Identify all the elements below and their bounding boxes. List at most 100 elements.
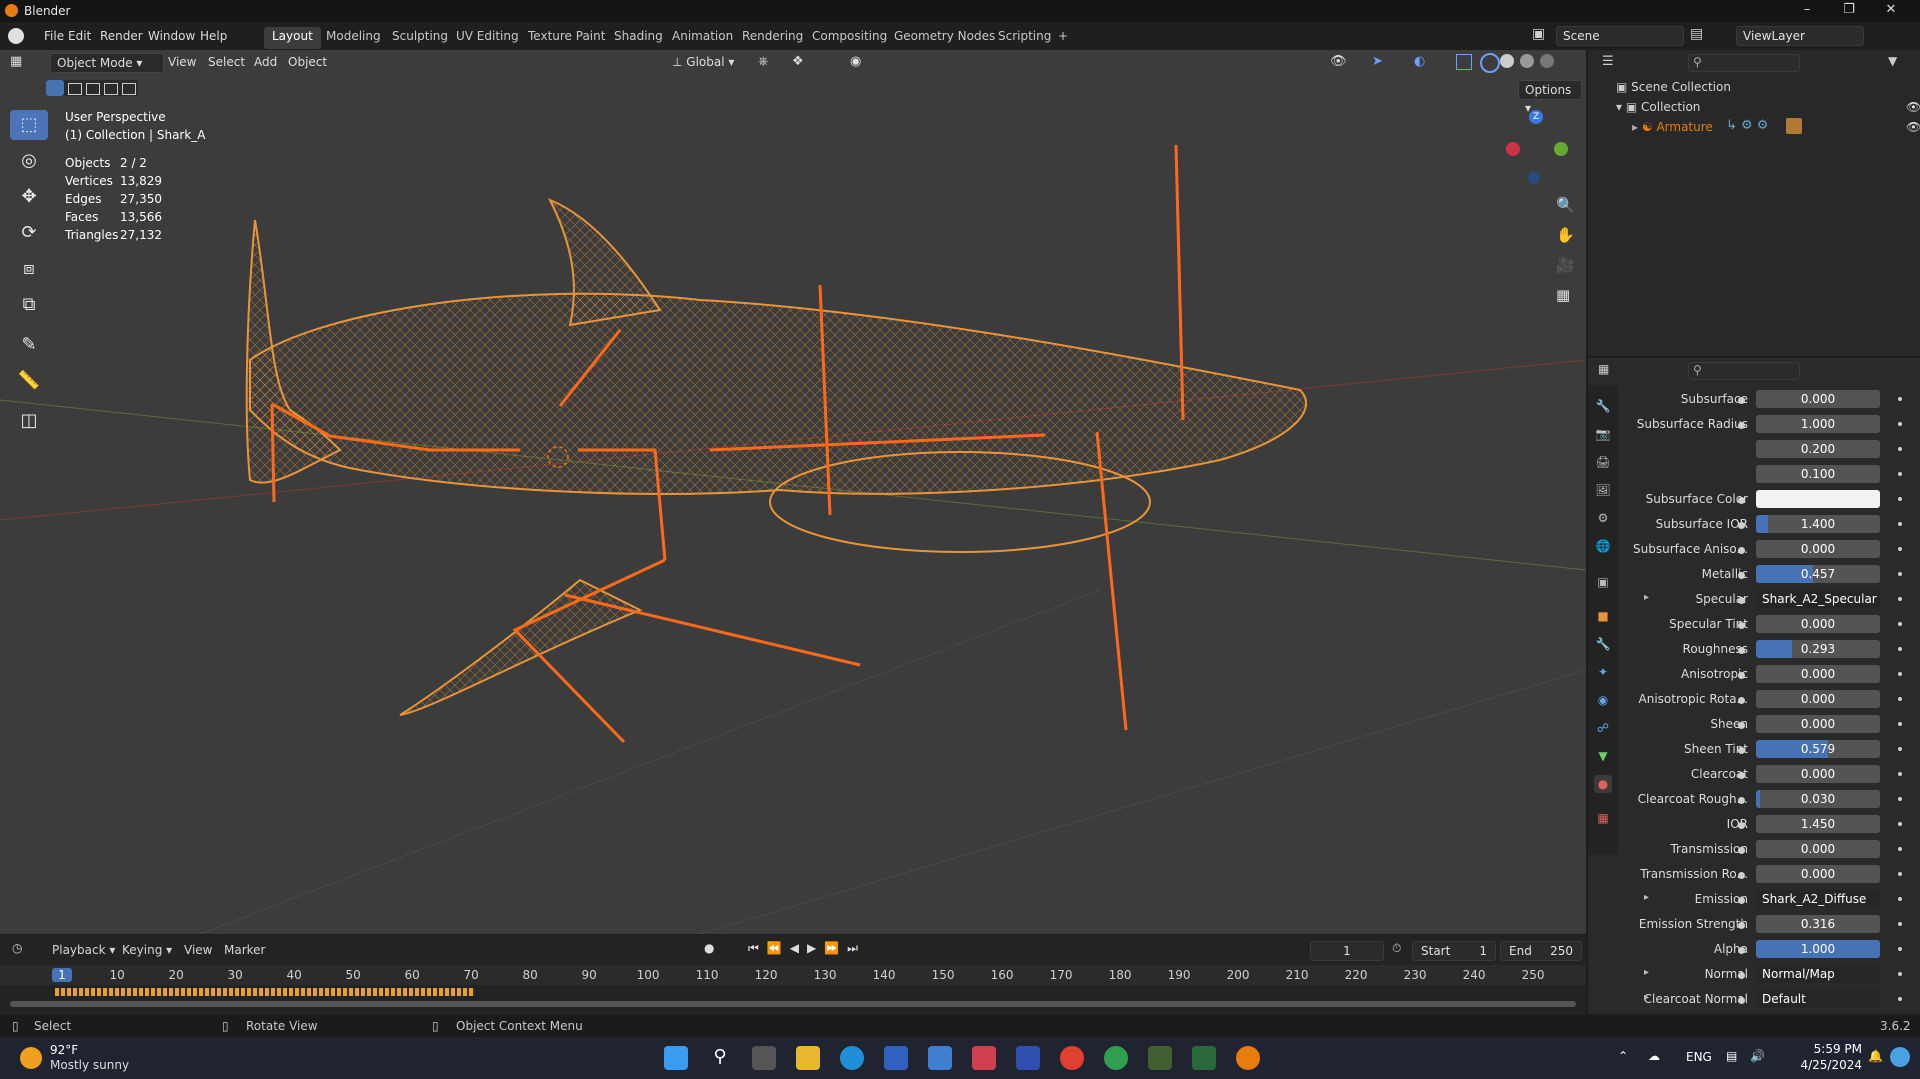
keyframe-dot-icon[interactable] (1898, 397, 1902, 401)
outliner-item-collection[interactable]: ▾ ▣ Collection (1616, 100, 1700, 114)
property-value-field[interactable]: 0.579 (1756, 740, 1880, 758)
keyframe-dot-icon[interactable] (1898, 547, 1902, 551)
socket-icon[interactable] (1738, 622, 1745, 629)
expand-chevron-icon[interactable]: ▸ (1644, 892, 1649, 903)
property-value-field[interactable]: 0.000 (1756, 615, 1880, 633)
outliner-item-armature[interactable]: ▸ ☯ Armature (1632, 120, 1713, 134)
weather-temp[interactable]: 92°F (50, 1043, 78, 1057)
gizmo-x-axis[interactable] (1506, 142, 1520, 156)
end-frame-field[interactable]: End 250 (1500, 941, 1582, 961)
volume-icon[interactable]: 🔊 (1750, 1049, 1765, 1063)
filter-icon[interactable]: ▼ (1888, 54, 1897, 68)
tool-tab-icon[interactable]: 🔧 (1594, 397, 1612, 415)
pan-hand-icon[interactable]: ✋ (1556, 226, 1575, 244)
copilot-icon[interactable] (1890, 1047, 1910, 1067)
property-value-field[interactable]: 0.000 (1756, 390, 1880, 408)
property-value-field[interactable]: 0.000 (1756, 690, 1880, 708)
property-value-field[interactable]: Shark_A2_Specular (1756, 590, 1880, 608)
property-value-field[interactable]: 0.000 (1756, 840, 1880, 858)
property-value-field[interactable]: 1.400 (1756, 515, 1880, 533)
socket-icon[interactable] (1738, 972, 1745, 979)
keyframe-dot-icon[interactable] (1898, 522, 1902, 526)
property-value-field[interactable]: 0.200 (1756, 440, 1880, 458)
object-tab-icon[interactable]: ■ (1594, 607, 1612, 625)
keyframe-dot-icon[interactable] (1898, 972, 1902, 976)
chrome-icon[interactable] (1060, 1046, 1084, 1070)
language-indicator[interactable]: ENG (1686, 1050, 1712, 1064)
keyframe-dot-icon[interactable] (1898, 422, 1902, 426)
blender-menu-icon[interactable] (8, 28, 24, 44)
keyframe-dot-icon[interactable] (1898, 722, 1902, 726)
properties-editor-icon[interactable]: ▦ (1598, 362, 1609, 376)
property-value-field[interactable]: Default (1756, 990, 1880, 1008)
property-value-field[interactable]: 0.100 (1756, 465, 1880, 483)
windows-start-icon[interactable] (664, 1046, 688, 1070)
gizmo-neg-z-axis[interactable] (1528, 172, 1540, 184)
modifier-tab-icon[interactable]: 🔧 (1594, 635, 1612, 653)
file-explorer-icon[interactable] (796, 1046, 820, 1070)
camera-view-icon[interactable]: 🎥 (1556, 256, 1575, 274)
gizmo-y-axis[interactable] (1554, 142, 1568, 156)
socket-icon[interactable] (1738, 947, 1745, 954)
view-layer-tab-icon[interactable]: 🖼 (1594, 481, 1612, 499)
app-icon[interactable] (884, 1046, 908, 1070)
clock-date[interactable]: 4/25/2024 (1786, 1058, 1862, 1072)
edge-icon[interactable] (840, 1046, 864, 1070)
expand-chevron-icon[interactable]: ▸ (1644, 592, 1649, 603)
app-icon[interactable] (1192, 1046, 1216, 1070)
keyframe-dot-icon[interactable] (1898, 497, 1902, 501)
tray-chevron-icon[interactable]: ⌃ (1618, 1049, 1628, 1063)
property-value-field[interactable]: 0.000 (1756, 715, 1880, 733)
constraints-tab-icon[interactable]: ☍ (1594, 719, 1612, 737)
navigation-gizmo[interactable]: Z (1500, 110, 1570, 190)
start-frame-field[interactable]: Start 1 (1412, 941, 1496, 961)
move-tool[interactable]: ✥ (10, 182, 48, 212)
tab-texture-paint[interactable]: Texture Paint (520, 27, 613, 49)
tab-animation[interactable]: Animation (664, 27, 741, 49)
view-layer-icon[interactable]: ▤ (1690, 26, 1710, 42)
render-tab-icon[interactable]: 📷 (1594, 425, 1612, 443)
minimize-icon[interactable]: – (1792, 2, 1822, 17)
app-icon[interactable] (972, 1046, 996, 1070)
keyframe-dot-icon[interactable] (1898, 822, 1902, 826)
property-value-field[interactable] (1756, 490, 1880, 508)
property-value-field[interactable]: 0.293 (1756, 640, 1880, 658)
outliner-search-input[interactable]: ⚲ (1688, 54, 1800, 72)
outliner-item-scene-collection[interactable]: ▣ Scene Collection (1616, 80, 1731, 94)
tab-compositing[interactable]: Compositing (804, 27, 895, 49)
keyframe-strip[interactable] (55, 988, 475, 996)
socket-icon[interactable] (1738, 597, 1745, 604)
annotate-tool[interactable]: ✎ (10, 330, 48, 360)
visibility-eye-icon[interactable]: 👁 (1906, 120, 1920, 134)
gizmo-z-axis[interactable]: Z (1529, 110, 1543, 124)
tab-rendering[interactable]: Rendering (734, 27, 811, 49)
socket-icon[interactable] (1738, 522, 1745, 529)
store-icon[interactable] (928, 1046, 952, 1070)
keyframe-dot-icon[interactable] (1898, 747, 1902, 751)
keyframe-dot-icon[interactable] (1898, 922, 1902, 926)
world-tab-icon[interactable]: 🌐 (1594, 537, 1612, 555)
tab-uv-editing[interactable]: UV Editing (448, 27, 527, 49)
keyframe-dot-icon[interactable] (1898, 647, 1902, 651)
search-icon[interactable]: ⚲ (708, 1046, 732, 1070)
keyframe-dot-icon[interactable] (1898, 622, 1902, 626)
particles-tab-icon[interactable]: ✦ (1594, 663, 1612, 681)
socket-icon[interactable] (1738, 772, 1745, 779)
tab-modeling[interactable]: Modeling (318, 27, 389, 49)
scene-selector[interactable]: Scene (1556, 26, 1684, 46)
menu-edit[interactable]: Edit (68, 29, 91, 43)
transform-tool[interactable]: ⧉ (10, 290, 48, 320)
socket-icon[interactable] (1738, 747, 1745, 754)
property-value-field[interactable]: Shark_A2_Diffuse (1756, 890, 1880, 908)
property-value-field[interactable]: 1.450 (1756, 815, 1880, 833)
measure-tool[interactable]: 📏 (10, 366, 48, 396)
keyframe-dot-icon[interactable] (1898, 997, 1902, 1001)
socket-icon[interactable] (1738, 497, 1745, 504)
cloud-icon[interactable]: ☁ (1648, 1049, 1660, 1063)
socket-icon[interactable] (1738, 922, 1745, 929)
property-value-field[interactable]: 0.316 (1756, 915, 1880, 933)
visibility-eye-icon[interactable]: 👁 (1906, 100, 1920, 114)
property-value-field[interactable]: 0.000 (1756, 540, 1880, 558)
material-tab-icon[interactable]: ● (1594, 775, 1612, 793)
keyframe-dot-icon[interactable] (1898, 697, 1902, 701)
